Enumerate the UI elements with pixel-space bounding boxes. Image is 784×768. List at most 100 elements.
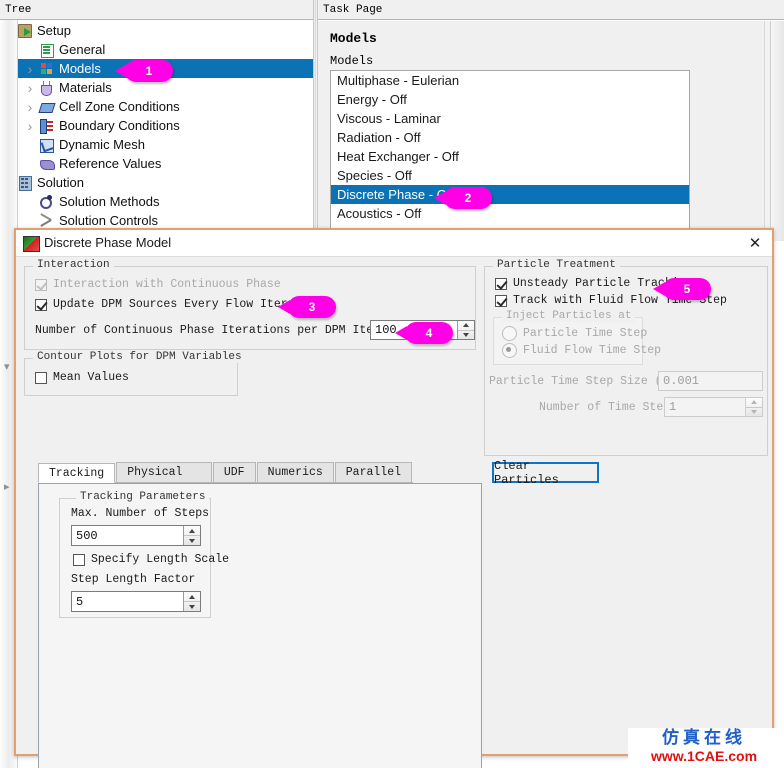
models-group-label: Models bbox=[330, 54, 374, 68]
checkbox-icon[interactable] bbox=[495, 294, 507, 307]
model-list-item[interactable]: Radiation - Off bbox=[331, 128, 689, 147]
tree-item-reference-values[interactable]: Reference Values bbox=[0, 154, 313, 173]
tree-item-label: General bbox=[59, 42, 106, 57]
tab-numerics[interactable]: Numerics bbox=[256, 462, 334, 482]
tab-parallel[interactable]: Parallel bbox=[334, 462, 412, 482]
cell-zone-icon bbox=[38, 99, 56, 115]
models-icon bbox=[38, 61, 56, 77]
input-value: 0.001 bbox=[663, 374, 700, 388]
contour-plots-group: Contour Plots for DPM Variables Mean Val… bbox=[24, 351, 246, 396]
particle-treatment-group-title: Particle Treatment bbox=[493, 259, 620, 271]
dialog-title: Discrete Phase Model bbox=[44, 235, 172, 250]
max-number-of-steps-label: Max. Number of Steps bbox=[71, 507, 210, 520]
button-label: Clear Particles bbox=[494, 458, 559, 487]
particle-time-step-size-input: 0.001 bbox=[658, 371, 763, 391]
tree-item-setup[interactable]: ⌄Setup bbox=[0, 21, 313, 40]
tracking-parameters-group-title: Tracking Parameters bbox=[76, 491, 210, 503]
materials-icon bbox=[38, 80, 56, 96]
task-page: Models Models Multiphase - Eulerian Energ… bbox=[318, 21, 784, 241]
model-list-item[interactable]: Species - Off bbox=[331, 166, 689, 185]
rail-chevron-down-icon[interactable]: ▾ bbox=[4, 360, 10, 373]
tree-item-label: Materials bbox=[59, 80, 112, 95]
close-icon[interactable]: ✕ bbox=[746, 234, 764, 252]
callout-number: 4 bbox=[425, 326, 433, 340]
chevron-right-icon[interactable]: › bbox=[22, 61, 38, 77]
input-value: 500 bbox=[76, 528, 98, 543]
chevron-right-icon[interactable]: › bbox=[22, 99, 38, 115]
callout-number: 2 bbox=[464, 191, 472, 205]
spinner-down-icon[interactable] bbox=[458, 331, 474, 340]
model-list-item[interactable]: Multiphase - Eulerian bbox=[331, 71, 689, 90]
checkbox-icon[interactable] bbox=[35, 298, 47, 311]
tree-item-label: Dynamic Mesh bbox=[59, 137, 145, 152]
setup-icon bbox=[16, 23, 34, 39]
rail-chevron-right-icon[interactable]: ▸ bbox=[4, 480, 10, 493]
radio-icon bbox=[502, 343, 517, 358]
spinner-up-icon[interactable] bbox=[458, 321, 474, 331]
task-page-panel-header: Task Page bbox=[318, 0, 784, 20]
max-number-of-steps-input[interactable]: 500 bbox=[71, 525, 201, 546]
tab-physical-models[interactable]: Physical Models bbox=[116, 462, 212, 498]
step-length-spinner[interactable] bbox=[183, 592, 200, 611]
model-list-item[interactable]: Heat Exchanger - Off bbox=[331, 147, 689, 166]
callout-number: 1 bbox=[145, 64, 153, 78]
solution-controls-icon bbox=[38, 213, 56, 229]
chevron-right-icon[interactable]: › bbox=[22, 80, 38, 96]
checkbox-icon[interactable] bbox=[73, 553, 85, 566]
inject-particles-at-group-title: Inject Particles at bbox=[502, 310, 636, 322]
checkbox-label: Specify Length Scale bbox=[91, 553, 230, 566]
solution-methods-icon bbox=[38, 194, 56, 210]
max-steps-spinner[interactable] bbox=[183, 526, 200, 545]
reference-values-icon bbox=[38, 156, 56, 172]
tab-tracking[interactable]: Tracking bbox=[38, 463, 116, 483]
tree-item-label: Solution Controls bbox=[59, 213, 158, 228]
number-of-time-steps-input: 1 bbox=[664, 397, 763, 417]
radio-label: Fluid Flow Time Step bbox=[523, 344, 662, 357]
time-steps-spinner bbox=[745, 398, 762, 416]
checkbox-icon[interactable] bbox=[495, 277, 507, 290]
continuous-phase-iterations-label: Number of Continuous Phase Iterations pe… bbox=[35, 324, 415, 337]
tree-item-boundary-conditions[interactable]: › Boundary Conditions bbox=[0, 116, 313, 135]
particle-time-step-size-label: Particle Time Step Size (s) bbox=[489, 375, 676, 388]
step-length-factor-input[interactable]: 5 bbox=[71, 591, 201, 612]
model-list-item[interactable]: Energy - Off bbox=[331, 90, 689, 109]
tracking-parameters-group: Tracking Parameters Max. Number of Steps… bbox=[59, 491, 229, 618]
input-value: 100 bbox=[375, 323, 397, 337]
tree-item-cell-zone-conditions[interactable]: › Cell Zone Conditions bbox=[0, 97, 313, 116]
spinner-up-icon[interactable] bbox=[184, 592, 200, 602]
spinner-up-icon[interactable] bbox=[184, 526, 200, 536]
spinner-down-icon[interactable] bbox=[184, 536, 200, 545]
spinner-down-icon[interactable] bbox=[184, 602, 200, 611]
input-value: 1 bbox=[669, 400, 677, 414]
mean-values-checkbox[interactable]: Mean Values bbox=[35, 371, 129, 384]
callout-number: 3 bbox=[308, 300, 316, 314]
input-value: 5 bbox=[76, 594, 84, 609]
inject-option-fluid-flow-time-step: Fluid Flow Time Step bbox=[502, 343, 661, 358]
general-icon bbox=[38, 42, 56, 58]
tree-item-dynamic-mesh[interactable]: Dynamic Mesh bbox=[0, 135, 313, 154]
tab-udf[interactable]: UDF bbox=[212, 462, 256, 482]
tracking-tab-panel: Tracking Parameters Max. Number of Steps… bbox=[38, 483, 482, 768]
iterations-spinner[interactable] bbox=[457, 321, 474, 339]
tree-panel-header: Tree bbox=[0, 0, 313, 20]
tree-item-label: Boundary Conditions bbox=[59, 118, 180, 133]
callout-3: 3 bbox=[278, 296, 336, 318]
dialog-tabstrip[interactable]: TrackingPhysical ModelsUDFNumericsParall… bbox=[38, 462, 413, 498]
tree-item-solution-methods[interactable]: Solution Methods bbox=[0, 192, 313, 211]
checkbox-icon[interactable] bbox=[35, 371, 47, 384]
radio-label: Particle Time Step bbox=[523, 327, 648, 340]
inject-particles-at-group: Inject Particles at Particle Time Step F… bbox=[493, 310, 661, 365]
outline-tree[interactable]: ⌄Setup General › Models › Materials › Cell Zone… bbox=[0, 21, 313, 241]
tree-item-solution[interactable]: ⌄Solution bbox=[0, 173, 313, 192]
solution-icon bbox=[16, 175, 34, 191]
chevron-right-icon[interactable]: › bbox=[22, 118, 38, 134]
task-page-scrollbar[interactable] bbox=[770, 21, 784, 241]
specify-length-scale-checkbox[interactable]: Specify Length Scale bbox=[73, 553, 229, 566]
model-list-item[interactable]: Acoustics - Off bbox=[331, 204, 689, 223]
tree-item-general[interactable]: General bbox=[0, 40, 313, 59]
model-list-item[interactable]: Viscous - Laminar bbox=[331, 109, 689, 128]
callout-1: 1 bbox=[115, 60, 173, 82]
models-list[interactable]: Multiphase - Eulerian Energy - Off Viscous… bbox=[330, 70, 690, 235]
model-list-item[interactable]: Discrete Phase - On bbox=[331, 185, 689, 204]
clear-particles-button[interactable]: Clear Particles bbox=[492, 459, 599, 487]
